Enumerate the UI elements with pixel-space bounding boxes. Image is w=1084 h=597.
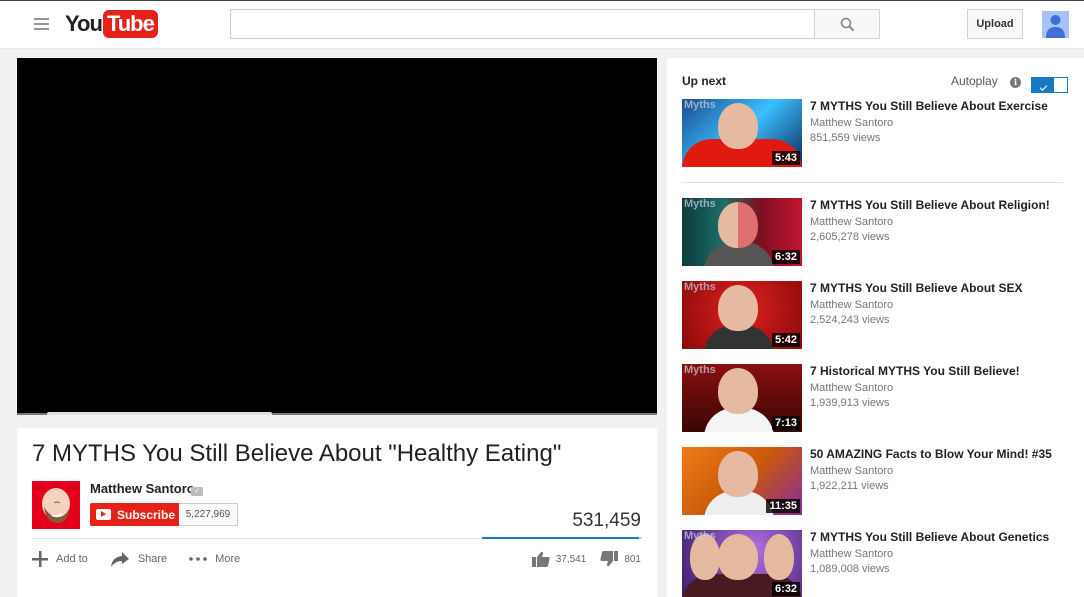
video-channel: Matthew Santoro	[810, 117, 894, 129]
masthead: You Tube Upload	[0, 0, 1084, 49]
autoplay-separator	[682, 182, 1063, 183]
youtube-logo[interactable]: You Tube	[65, 10, 158, 38]
user-silhouette-icon	[1046, 15, 1065, 38]
video-title-link[interactable]: 7 Historical MYTHS You Still Believe!	[810, 364, 1020, 378]
video-views: 1,939,913 views	[810, 397, 890, 409]
video-thumbnail: Myths 7:13	[682, 364, 802, 432]
view-count: 531,459	[572, 510, 641, 531]
thumbs-down-icon	[600, 551, 619, 567]
video-thumbnail: Myths 6:32	[682, 198, 802, 266]
logo-tube-text: Tube	[102, 10, 158, 38]
user-avatar[interactable]	[1042, 11, 1069, 38]
sidebar-video-item[interactable]: 11:35 50 AMAZING Facts to Blow Your Mind…	[682, 447, 1072, 516]
autoplay-toggle[interactable]	[1031, 77, 1068, 93]
duration-badge: 6:32	[771, 582, 800, 596]
like-sentiment-bar	[482, 537, 642, 539]
video-channel: Matthew Santoro	[810, 299, 894, 311]
player-progress-bar[interactable]	[17, 412, 657, 415]
verified-icon: ✓	[191, 487, 203, 496]
share-button[interactable]: Share	[110, 551, 167, 567]
like-count: 37,541	[555, 553, 587, 565]
share-label: Share	[137, 553, 168, 565]
search-button[interactable]	[814, 9, 880, 39]
duration-badge: 6:32	[771, 250, 800, 264]
video-info-card: 7 MYTHS You Still Believe About "Healthy…	[17, 428, 657, 597]
subscribe-button[interactable]: Subscribe	[90, 503, 179, 526]
action-bar: Add to Share More	[32, 550, 262, 568]
channel-avatar[interactable]	[32, 481, 80, 529]
video-channel: Matthew Santoro	[810, 465, 894, 477]
video-thumbnail: Myths 5:43	[682, 99, 802, 167]
video-thumbnail: Myths 6:32	[682, 530, 802, 597]
toggle-checkmark-icon	[1032, 78, 1054, 92]
logo-you-text: You	[65, 11, 103, 36]
subscribe-label: Subscribe	[117, 507, 176, 522]
video-views: 1,922,211 views	[810, 480, 889, 492]
duration-badge: 11:35	[766, 499, 800, 513]
duration-badge: 7:13	[771, 416, 800, 430]
video-views: 2,524,243 views	[810, 314, 890, 326]
search-input[interactable]	[230, 9, 814, 39]
sidebar-video-item[interactable]: Myths 6:32 7 MYTHS You Still Believe Abo…	[682, 198, 1072, 267]
sidebar-video-item[interactable]: Myths 6:32 7 MYTHS You Still Believe Abo…	[682, 530, 1072, 597]
up-next-sidebar: Up next Autoplay i Myths 5:43 7 MYTHS Yo…	[667, 58, 1084, 597]
player-progress-handle[interactable]	[47, 412, 272, 415]
dislike-count: 801	[624, 553, 641, 565]
video-title: 7 MYTHS You Still Believe About "Healthy…	[32, 440, 562, 467]
like-sentiment-fill	[482, 537, 639, 539]
video-title-link[interactable]: 7 MYTHS You Still Believe About Genetics	[810, 530, 1049, 544]
sidebar-video-item[interactable]: Myths 5:43 7 MYTHS You Still Believe Abo…	[682, 99, 1072, 168]
video-channel: Matthew Santoro	[810, 548, 894, 560]
more-button[interactable]: More	[189, 553, 240, 565]
channel-name[interactable]: Matthew Santoro	[90, 481, 195, 496]
video-views: 2,605,278 views	[810, 231, 890, 243]
video-views: 851,559 views	[810, 132, 881, 144]
youtube-play-icon	[96, 509, 111, 520]
video-channel: Matthew Santoro	[810, 382, 894, 394]
video-views: 1,089,008 views	[810, 563, 890, 575]
video-title-link[interactable]: 7 MYTHS You Still Believe About SEX	[810, 281, 1022, 295]
video-thumbnail: Myths 5:42	[682, 281, 802, 349]
upload-button[interactable]: Upload	[967, 9, 1023, 39]
video-player[interactable]	[17, 58, 657, 415]
video-thumbnail: 11:35	[682, 447, 802, 515]
dislike-button[interactable]: 801	[600, 551, 641, 567]
up-next-heading: Up next	[682, 74, 727, 88]
like-button[interactable]: 37,541	[531, 551, 587, 567]
plus-icon	[32, 551, 48, 567]
duration-badge: 5:42	[771, 333, 800, 347]
more-label: More	[215, 553, 241, 565]
magnifier-icon	[840, 17, 854, 31]
autoplay-label: Autoplay	[951, 74, 998, 88]
video-title-link[interactable]: 7 MYTHS You Still Believe About Religion…	[810, 198, 1050, 212]
add-to-button[interactable]: Add to	[32, 551, 88, 567]
ellipsis-icon	[189, 557, 207, 561]
video-title-link[interactable]: 7 MYTHS You Still Believe About Exercise	[810, 99, 1048, 113]
sidebar-video-item[interactable]: Myths 5:42 7 MYTHS You Still Believe Abo…	[682, 281, 1072, 350]
like-dislike-group: 37,541 801	[531, 550, 641, 568]
add-to-label: Add to	[56, 553, 88, 565]
hamburger-menu-icon[interactable]	[34, 18, 49, 30]
thumbs-up-icon	[531, 551, 550, 567]
sidebar-video-item[interactable]: Myths 7:13 7 Historical MYTHS You Still …	[682, 364, 1072, 433]
video-channel: Matthew Santoro	[810, 216, 894, 228]
info-icon[interactable]: i	[1010, 77, 1021, 88]
duration-badge: 5:43	[771, 151, 800, 165]
channel-avatar-illustration	[42, 488, 70, 523]
subscriber-count: 5,227,969	[179, 503, 238, 526]
video-title-link[interactable]: 50 AMAZING Facts to Blow Your Mind! #35	[810, 447, 1052, 461]
share-arrow-icon	[110, 552, 129, 567]
